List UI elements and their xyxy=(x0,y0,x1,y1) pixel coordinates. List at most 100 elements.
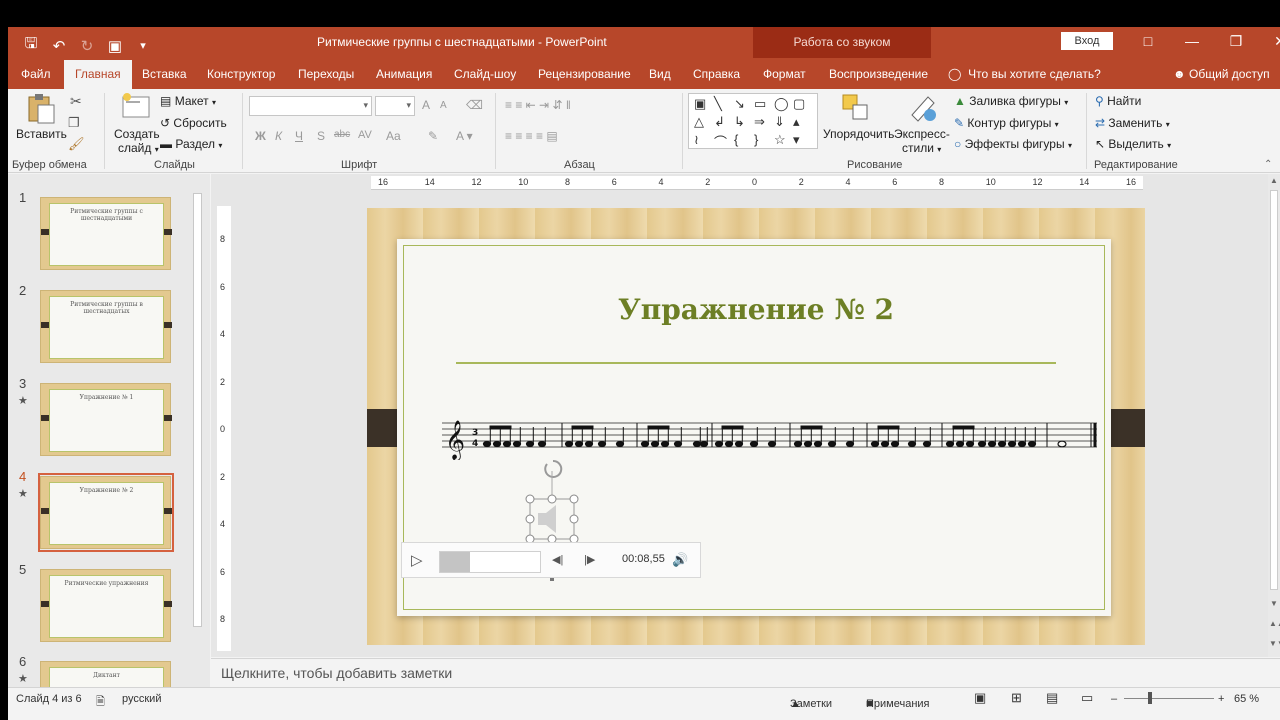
paste-icon[interactable] xyxy=(26,93,56,124)
customize-icon[interactable]: ▾ xyxy=(134,39,152,52)
slide-title[interactable]: Упражнение № 2 xyxy=(367,293,1145,326)
italic-button[interactable]: К xyxy=(275,129,282,143)
scroll-down-icon[interactable]: ▼ xyxy=(1270,599,1278,608)
collapse-ribbon-icon[interactable]: ⌃ xyxy=(1264,159,1272,170)
arrange-button[interactable]: Упорядочить xyxy=(823,127,894,141)
find-button[interactable]: ⚲ Найти xyxy=(1095,94,1141,108)
slide-thumbnail[interactable]: Ритмические группы в шестнадцатых xyxy=(40,290,172,363)
notes-placeholder[interactable]: Щелкните, чтобы добавить заметки xyxy=(221,665,452,681)
clear-formatting-icon[interactable]: ⌫ xyxy=(466,98,483,112)
arrow-shape-icon[interactable]: ↘ xyxy=(734,96,745,112)
tab-view[interactable]: Вид xyxy=(649,67,671,81)
shape-fill-button[interactable]: ▲ Заливка фигуры ▾ xyxy=(954,94,1068,108)
next-slide-icon[interactable]: ▼▼ xyxy=(1269,639,1280,648)
zoom-level[interactable]: 65 % xyxy=(1234,693,1259,705)
star-shape-icon[interactable]: ☆ xyxy=(774,132,786,148)
brace-right-shape-icon[interactable]: } xyxy=(754,132,758,147)
elbow-shape-icon[interactable]: ↲ xyxy=(714,114,725,130)
close-icon[interactable]: ✕ xyxy=(1258,30,1280,52)
reset-button[interactable]: ↺ Сбросить xyxy=(160,116,227,130)
more-shapes-icon[interactable]: ▾ xyxy=(793,132,800,148)
align-icons[interactable]: ≡ ≡ ≡ ≡ ▤ xyxy=(505,129,558,143)
section-button[interactable]: ▬ Раздел ▾ xyxy=(160,137,222,151)
tab-insert[interactable]: Вставка xyxy=(142,67,187,81)
strikethrough-button[interactable]: abc xyxy=(334,129,350,140)
tab-design[interactable]: Конструктор xyxy=(207,67,275,81)
scrollbar-thumb[interactable] xyxy=(193,193,202,627)
tab-file[interactable]: Файл xyxy=(21,67,51,81)
tab-help[interactable]: Справка xyxy=(693,67,740,81)
font-size-combo[interactable]: ▾ xyxy=(375,96,415,116)
scrollbar-thumb[interactable] xyxy=(1270,190,1278,590)
tab-transitions[interactable]: Переходы xyxy=(298,67,354,81)
new-slide-icon[interactable] xyxy=(121,93,151,123)
new-slide-button-line2[interactable]: слайд ▾ xyxy=(118,141,159,155)
font-color-icon[interactable]: A ▾ xyxy=(456,129,473,143)
redo-icon[interactable]: ↻ xyxy=(78,37,96,55)
shadow-button[interactable]: S xyxy=(317,129,325,143)
arrow-down-shape-icon[interactable]: ⇓ xyxy=(774,114,785,130)
zoom-in-icon[interactable]: + xyxy=(1218,693,1224,705)
minimize-icon[interactable]: — xyxy=(1170,30,1214,52)
slide-thumbnail[interactable]: Ритмические группы с шестнадцатыми xyxy=(40,197,172,270)
oval-shape-icon[interactable]: ◯ xyxy=(774,96,789,112)
arrange-icon[interactable] xyxy=(841,93,871,123)
paste-button[interactable]: Вставить xyxy=(16,127,67,141)
zoom-slider[interactable] xyxy=(1124,698,1214,699)
volume-icon[interactable]: 🔊 xyxy=(672,552,688,568)
audio-progress-bar[interactable] xyxy=(439,551,541,573)
quick-styles-icon[interactable] xyxy=(908,93,938,123)
start-presentation-icon[interactable]: ▣ xyxy=(106,37,124,55)
prev-slide-icon[interactable]: ▲▲ xyxy=(1269,619,1280,628)
tab-slideshow[interactable]: Слайд-шоу xyxy=(454,67,516,81)
tab-format[interactable]: Формат xyxy=(763,67,806,81)
select-button[interactable]: ↖ Выделить ▾ xyxy=(1095,137,1171,151)
curve-shape-icon[interactable]: ≀ xyxy=(694,132,699,148)
zoom-out-icon[interactable]: – xyxy=(1111,693,1117,705)
elbow-arrow-shape-icon[interactable]: ↳ xyxy=(734,114,745,130)
zoom-slider-handle[interactable] xyxy=(1148,692,1152,704)
slideshow-view-icon[interactable]: ▭ xyxy=(1081,690,1093,706)
change-case-button[interactable]: Aa xyxy=(386,129,401,143)
slide-sorter-icon[interactable]: ⊞ xyxy=(1011,690,1022,706)
new-slide-button[interactable]: Создать xyxy=(114,127,160,141)
slide-thumbnail[interactable]: Упражнение № 2 xyxy=(40,476,172,549)
tab-home[interactable]: Главная xyxy=(64,60,132,89)
maximize-icon[interactable]: ❐ xyxy=(1214,30,1258,52)
tell-me-search[interactable]: ◯ Что вы хотите сделать? xyxy=(948,67,1101,81)
reading-view-icon[interactable]: ▤ xyxy=(1046,690,1058,706)
notes-pane[interactable]: Щелкните, чтобы добавить заметки xyxy=(211,658,1280,687)
bullets-icon[interactable]: ≡ ≡ ⇤ ⇥ ⇵ ‖ xyxy=(505,98,571,112)
tab-animation[interactable]: Анимация xyxy=(376,67,432,81)
textbox-shape-icon[interactable]: ▣ xyxy=(694,96,706,112)
replace-button[interactable]: ⇄ Заменить ▾ xyxy=(1095,116,1170,130)
rhythm-staff-image[interactable]: 𝄞 3 4 xyxy=(442,415,1097,460)
triangle-shape-icon[interactable]: △ xyxy=(694,114,704,130)
skip-back-icon[interactable]: ◀| xyxy=(552,553,563,566)
quick-styles-button[interactable]: Экспресс- xyxy=(894,127,950,141)
more-shapes-up-icon[interactable]: ▴ xyxy=(793,114,800,130)
play-pause-icon[interactable]: ▷ xyxy=(411,551,423,569)
brace-left-shape-icon[interactable]: { xyxy=(734,132,738,147)
normal-view-icon[interactable]: ▣ xyxy=(974,690,986,706)
shape-outline-button[interactable]: ✎ Контур фигуры ▾ xyxy=(954,116,1059,130)
rectangle-shape-icon[interactable]: ▭ xyxy=(754,96,766,112)
format-painter-icon[interactable]: 🖌 xyxy=(68,136,85,152)
quick-styles-button-line2[interactable]: стили ▾ xyxy=(902,141,941,155)
shape-effects-button[interactable]: ○ Эффекты фигуры ▾ xyxy=(954,137,1072,151)
font-size-down-button[interactable]: A xyxy=(440,100,447,111)
slide-canvas[interactable]: Упражнение № 2 𝄞 3 4 ▷ ◀| |▶ 00:08,55 🔊 xyxy=(367,208,1145,645)
layout-button[interactable]: ▤ Макет ▾ xyxy=(160,94,216,108)
slide-thumbnail[interactable]: Ритмические упражнения xyxy=(40,569,172,642)
line-shape-icon[interactable]: ╲ xyxy=(714,96,722,112)
tab-review[interactable]: Рецензирование xyxy=(538,67,631,81)
ribbon-display-icon[interactable]: □ xyxy=(1126,30,1170,52)
char-spacing-button[interactable]: AV xyxy=(358,129,372,141)
share-button[interactable]: ☻ Общий доступ xyxy=(1173,67,1270,81)
editor-scrollbar[interactable]: ▲ ▼ ▲▲ ▼▼ xyxy=(1268,174,1280,657)
highlight-icon[interactable]: ✎ xyxy=(428,129,438,143)
undo-icon[interactable]: ↶ xyxy=(50,37,68,55)
spellcheck-icon[interactable]: 🗎 xyxy=(96,693,105,712)
font-family-combo[interactable]: ▾ xyxy=(249,96,372,116)
language-indicator[interactable]: русский xyxy=(122,693,161,705)
